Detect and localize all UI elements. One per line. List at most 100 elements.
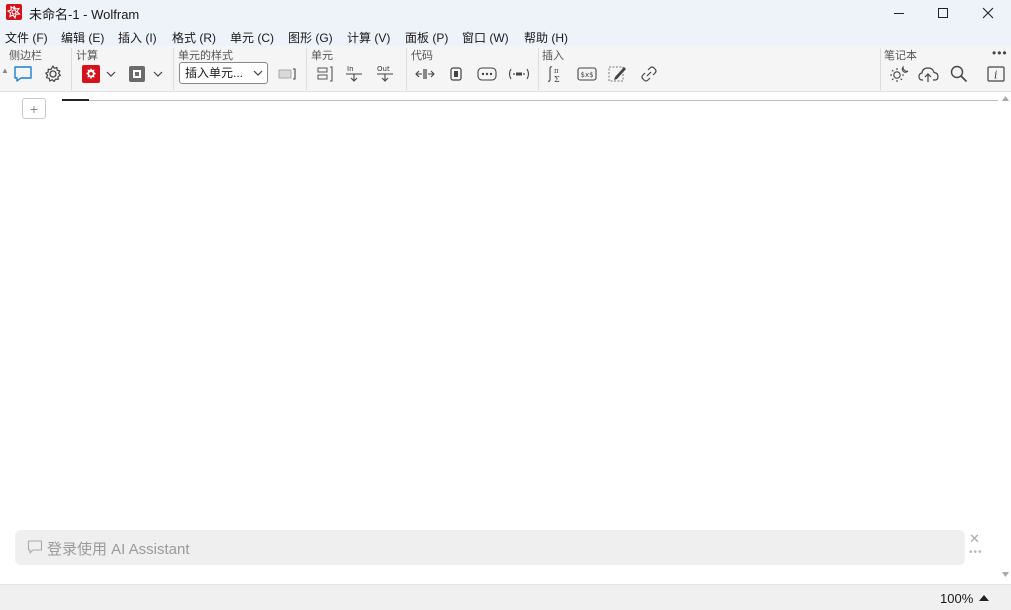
- minimize-button[interactable]: [876, 0, 922, 26]
- cell-bracket-icon: [278, 68, 296, 80]
- notebook-area[interactable]: +: [0, 92, 1011, 584]
- cell-group-button[interactable]: [314, 64, 336, 84]
- settings-button[interactable]: [42, 64, 64, 84]
- template-placeholder-icon: [508, 68, 530, 80]
- publish-cloud-button[interactable]: [917, 64, 939, 84]
- evaluate-cog-icon: [82, 65, 100, 83]
- status-bar: 100%: [0, 584, 1011, 610]
- window-title: 未命名-1 - Wolfram: [29, 7, 140, 22]
- toolbar-separator: [306, 48, 307, 90]
- cell-insertion-button[interactable]: +: [22, 98, 46, 119]
- insert-output-cell-button[interactable]: Out: [375, 64, 397, 84]
- insert-drawing-button[interactable]: [607, 64, 629, 84]
- cell-style-select[interactable]: 插入单元...: [179, 62, 268, 84]
- maximize-icon: [938, 8, 948, 18]
- close-button[interactable]: [965, 0, 1011, 26]
- toolbar-separator: [538, 48, 539, 90]
- toolbar-separator: [406, 48, 407, 90]
- group-label-notebook: 笔记本: [884, 50, 917, 62]
- notebook-info-button[interactable]: i: [985, 64, 1007, 84]
- insert-input-cell-button[interactable]: In: [344, 64, 366, 84]
- zoom-up-arrow-icon[interactable]: [978, 593, 990, 603]
- sun-moon-icon: [890, 65, 909, 82]
- ellipsis-code-button[interactable]: [476, 64, 498, 84]
- cell-in-label: In: [347, 65, 354, 73]
- cell-style-preview-button[interactable]: [276, 64, 298, 84]
- ai-bar-close-icon[interactable]: ✕: [969, 531, 980, 547]
- menu-help[interactable]: 帮助 (H): [524, 29, 568, 46]
- svg-text:Σ: Σ: [554, 75, 560, 84]
- output-cell-icon: Out: [377, 65, 393, 82]
- search-button[interactable]: [948, 64, 970, 84]
- menu-insert[interactable]: 插入 (I): [118, 29, 157, 46]
- insert-tex-button[interactable]: $x$: [576, 64, 598, 84]
- wolfram-window: 未命名-1 - Wolfram 文件 (F) 编辑 (E) 插入 (I) 格式 …: [0, 0, 1011, 610]
- evaluate-button[interactable]: [80, 64, 102, 84]
- template-code-button[interactable]: [506, 64, 532, 84]
- kernel-dropdown[interactable]: [151, 64, 165, 84]
- cell-insertion-line: [62, 100, 998, 101]
- gear-icon: [45, 65, 61, 83]
- abort-evaluation-button[interactable]: [126, 64, 148, 84]
- group-label-sidebar: 侧边栏: [9, 50, 42, 62]
- toolbar: ▲ 侧边栏 计算 单元的样式 插入单元... 单元 In Out 代码 插入 π…: [0, 46, 1011, 92]
- group-label-code: 代码: [411, 50, 433, 62]
- more-options-icon[interactable]: •••: [992, 46, 1008, 60]
- chat-icon: [14, 66, 32, 82]
- ellipsis-box-icon: [477, 67, 497, 81]
- cell-style-select-value: 插入单元...: [185, 66, 244, 80]
- plus-icon: +: [29, 100, 39, 117]
- menu-edit[interactable]: 编辑 (E): [61, 29, 104, 46]
- integral-sum-icon: π Σ: [547, 66, 560, 84]
- ai-assistant-prompt[interactable]: 登录使用 AI Assistant: [47, 538, 190, 559]
- toolbar-collapse-icon[interactable]: ▲: [1, 66, 9, 75]
- scroll-down-arrow-icon[interactable]: [1001, 571, 1010, 579]
- close-icon: [982, 7, 994, 19]
- insert-hyperlink-button[interactable]: [638, 64, 660, 84]
- menu-window[interactable]: 窗口 (W): [462, 29, 509, 46]
- pencil-drawing-icon: [608, 66, 626, 82]
- input-cell-icon: In: [346, 65, 362, 82]
- title-bar: 未命名-1 - Wolfram: [0, 0, 1011, 26]
- chevron-down-icon: [106, 71, 116, 77]
- minimize-icon: [894, 13, 904, 14]
- link-icon: [641, 66, 657, 82]
- toolbar-separator: [71, 48, 72, 90]
- menu-evaluation[interactable]: 计算 (V): [347, 29, 390, 46]
- code-box-button[interactable]: [445, 64, 467, 84]
- cell-out-label: Out: [377, 65, 390, 73]
- group-label-cell: 单元: [311, 50, 333, 62]
- insert-math-button[interactable]: π Σ: [545, 64, 567, 84]
- theme-toggle-button[interactable]: [888, 64, 910, 84]
- menu-cell[interactable]: 单元 (C): [230, 29, 274, 46]
- code-box-icon: [450, 67, 462, 81]
- svg-text:π: π: [554, 67, 559, 75]
- group-label-cell-style: 单元的样式: [178, 50, 233, 62]
- menu-bar: 文件 (F) 编辑 (E) 插入 (I) 格式 (R) 单元 (C) 图形 (G…: [0, 26, 1011, 46]
- tex-formula-icon: $x$: [577, 67, 597, 81]
- evaluate-dropdown[interactable]: [104, 64, 118, 84]
- expand-code-button[interactable]: [414, 64, 436, 84]
- wolfram-logo-icon: [6, 4, 22, 20]
- menu-format[interactable]: 格式 (R): [172, 29, 216, 46]
- maximize-button[interactable]: [920, 0, 966, 26]
- chevron-down-icon: [253, 63, 263, 83]
- search-icon: [950, 65, 968, 83]
- menu-palettes[interactable]: 面板 (P): [405, 29, 448, 46]
- svg-text:$x$: $x$: [581, 71, 594, 79]
- chat-sidebar-button[interactable]: [12, 64, 34, 84]
- cloud-upload-icon: [918, 67, 939, 82]
- cell-bracket-icon: [317, 66, 333, 82]
- scroll-up-arrow-icon[interactable]: [1001, 94, 1010, 102]
- ai-bar-more-icon[interactable]: •••: [969, 547, 983, 558]
- cell-insertion-cursor: [62, 99, 89, 101]
- info-icon: i: [987, 66, 1005, 82]
- group-label-evaluate: 计算: [76, 50, 98, 62]
- ai-assistant-bar[interactable]: 登录使用 AI Assistant: [15, 530, 965, 565]
- expand-arrows-icon: [415, 69, 435, 79]
- chevron-down-icon: [153, 71, 163, 77]
- zoom-level[interactable]: 100%: [940, 591, 973, 606]
- toolbar-separator: [880, 48, 881, 90]
- menu-graphics[interactable]: 图形 (G): [288, 29, 333, 46]
- menu-file[interactable]: 文件 (F): [5, 29, 48, 46]
